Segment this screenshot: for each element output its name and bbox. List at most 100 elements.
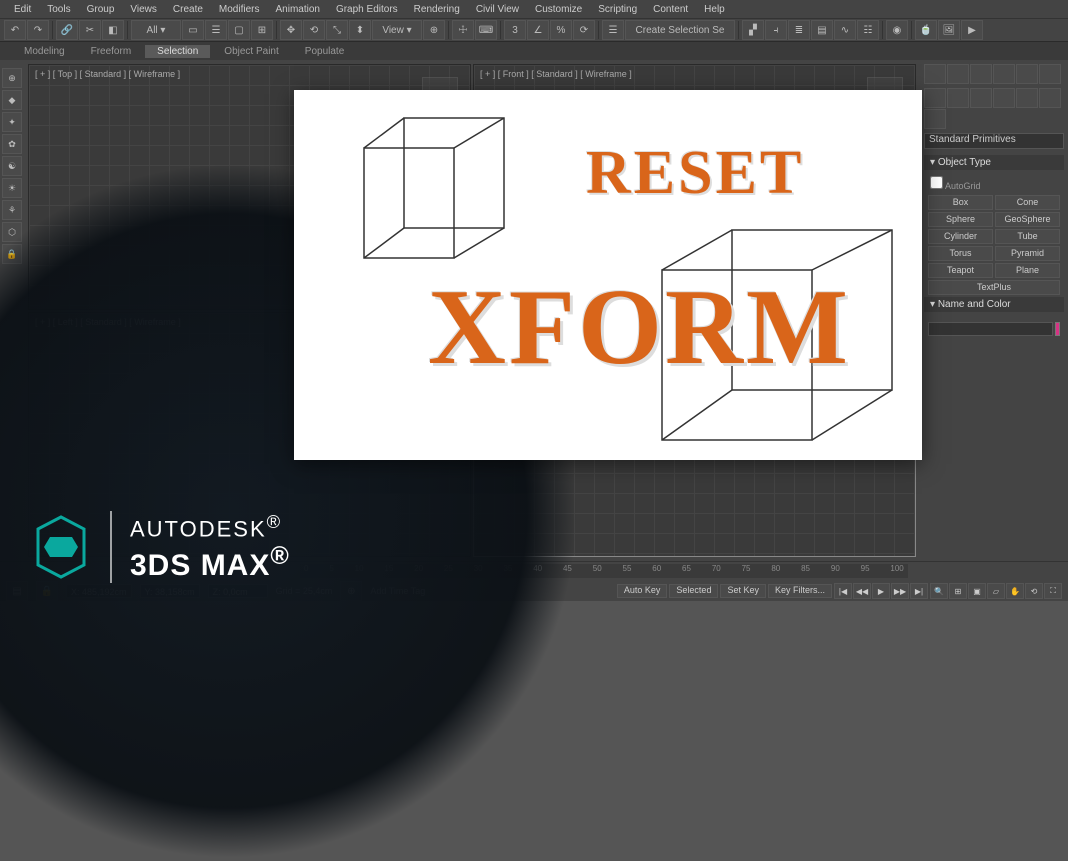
prim-box-button[interactable]: Box [928, 195, 993, 210]
snap-toggle-icon[interactable]: 3 [504, 20, 526, 40]
select-manipulate-icon[interactable]: ☩ [452, 20, 474, 40]
menu-create[interactable]: Create [165, 3, 211, 16]
rotate-icon[interactable]: ⟲ [303, 20, 325, 40]
helpers-cat-icon[interactable] [1016, 88, 1038, 108]
redo-icon[interactable]: ↷ [27, 20, 49, 40]
set-key-button[interactable]: Set Key [720, 584, 766, 598]
percent-snap-icon[interactable]: % [550, 20, 572, 40]
select-region-icon[interactable]: ▢ [228, 20, 250, 40]
next-frame-icon[interactable]: ▶▶ [891, 583, 909, 599]
prim-tube-button[interactable]: Tube [995, 229, 1060, 244]
prim-geosphere-button[interactable]: GeoSphere [995, 212, 1060, 227]
menu-scripting[interactable]: Scripting [590, 3, 645, 16]
modeling-tool-icon[interactable]: ◆ [2, 90, 22, 110]
prim-cone-button[interactable]: Cone [995, 195, 1060, 210]
rendered-frame-icon[interactable]: 🖼 [938, 20, 960, 40]
prim-torus-button[interactable]: Torus [928, 246, 993, 261]
render-setup-icon[interactable]: 🍵 [915, 20, 937, 40]
paint-tool-icon[interactable]: ✿ [2, 134, 22, 154]
menu-group[interactable]: Group [79, 3, 123, 16]
menu-views[interactable]: Views [122, 3, 165, 16]
object-name-input[interactable] [928, 322, 1053, 336]
key-filters-button[interactable]: Key Filters... [768, 584, 832, 598]
prim-pyramid-button[interactable]: Pyramid [995, 246, 1060, 261]
undo-icon[interactable]: ↶ [4, 20, 26, 40]
prim-plane-button[interactable]: Plane [995, 263, 1060, 278]
toggle-ribbon-icon[interactable]: ▤ [811, 20, 833, 40]
orbit-icon[interactable]: ⟲ [1025, 583, 1043, 599]
pan-icon[interactable]: ✋ [1006, 583, 1024, 599]
zoom-extents-icon[interactable]: ▣ [968, 583, 986, 599]
tab-selection[interactable]: Selection [145, 45, 210, 58]
lighting-tool-icon[interactable]: ☀ [2, 178, 22, 198]
mirror-icon[interactable]: ▞ [742, 20, 764, 40]
window-crossing-icon[interactable]: ⊞ [251, 20, 273, 40]
motion-panel-icon[interactable] [993, 64, 1015, 84]
align-icon[interactable]: ⫞ [765, 20, 787, 40]
world-axis-icon[interactable]: ⊕ [2, 68, 22, 88]
goto-end-icon[interactable]: ▶| [910, 583, 928, 599]
color-swatch[interactable] [1055, 322, 1060, 336]
curve-editor-icon[interactable]: ∿ [834, 20, 856, 40]
ref-coord-dropdown[interactable]: View ▾ [372, 20, 422, 40]
utilities-panel-icon[interactable] [1039, 64, 1061, 84]
cameras-cat-icon[interactable] [993, 88, 1015, 108]
unlink-icon[interactable]: ✂ [79, 20, 101, 40]
menu-animation[interactable]: Animation [267, 3, 327, 16]
scale-icon[interactable]: ⤡ [326, 20, 348, 40]
angle-snap-icon[interactable]: ∠ [527, 20, 549, 40]
maximize-viewport-icon[interactable]: ⛶ [1044, 583, 1062, 599]
spacewarp-cat-icon[interactable] [1039, 88, 1061, 108]
tab-populate[interactable]: Populate [293, 45, 356, 58]
play-icon[interactable]: ▶ [872, 583, 890, 599]
render-production-icon[interactable]: ▶ [961, 20, 983, 40]
populate-tool-icon[interactable]: ⚘ [2, 200, 22, 220]
primitive-type-dropdown[interactable]: Standard Primitives [924, 133, 1064, 149]
zoom-icon[interactable]: 🔍 [930, 583, 948, 599]
freeform-tool-icon[interactable]: ✦ [2, 112, 22, 132]
prev-frame-icon[interactable]: ◀◀ [853, 583, 871, 599]
systems-cat-icon[interactable] [924, 109, 946, 129]
menu-tools[interactable]: Tools [39, 3, 78, 16]
keyboard-shortcut-icon[interactable]: ⌨ [475, 20, 497, 40]
prim-cylinder-button[interactable]: Cylinder [928, 229, 993, 244]
bind-icon[interactable]: ◧ [102, 20, 124, 40]
menu-customize[interactable]: Customize [527, 3, 590, 16]
menu-modifiers[interactable]: Modifiers [211, 3, 268, 16]
create-panel-icon[interactable] [924, 64, 946, 84]
link-icon[interactable]: 🔗 [56, 20, 78, 40]
prim-textplus-button[interactable]: TextPlus [928, 280, 1060, 295]
spinner-snap-icon[interactable]: ⟳ [573, 20, 595, 40]
menu-help[interactable]: Help [696, 3, 733, 16]
hierarchy-panel-icon[interactable] [970, 64, 992, 84]
tab-freeform[interactable]: Freeform [79, 45, 144, 58]
move-icon[interactable]: ✥ [280, 20, 302, 40]
goto-start-icon[interactable]: |◀ [834, 583, 852, 599]
shapes-cat-icon[interactable] [947, 88, 969, 108]
selection-tool-icon[interactable]: ☯ [2, 156, 22, 176]
select-filter-dropdown[interactable]: All ▾ [131, 20, 181, 40]
menu-content[interactable]: Content [645, 3, 696, 16]
pivot-icon[interactable]: ⊕ [423, 20, 445, 40]
menu-graph-editors[interactable]: Graph Editors [328, 3, 406, 16]
prim-teapot-button[interactable]: Teapot [928, 263, 993, 278]
select-name-icon[interactable]: ☰ [205, 20, 227, 40]
zoom-all-icon[interactable]: ⊞ [949, 583, 967, 599]
prim-sphere-button[interactable]: Sphere [928, 212, 993, 227]
placement-icon[interactable]: ⬍ [349, 20, 371, 40]
selected-dropdown[interactable]: Selected [669, 584, 718, 598]
rollout-name-color[interactable]: ▾ Name and Color [924, 297, 1064, 312]
schematic-icon[interactable]: ☷ [857, 20, 879, 40]
material-editor-icon[interactable]: ◉ [886, 20, 908, 40]
selection-set-dropdown[interactable]: Create Selection Se [625, 20, 735, 40]
geometry-cat-icon[interactable] [924, 88, 946, 108]
modify-panel-icon[interactable] [947, 64, 969, 84]
select-icon[interactable]: ▭ [182, 20, 204, 40]
layers-icon[interactable]: ≣ [788, 20, 810, 40]
display-panel-icon[interactable] [1016, 64, 1038, 84]
fov-icon[interactable]: ▱ [987, 583, 1005, 599]
tab-modeling[interactable]: Modeling [12, 45, 77, 58]
autogrid-checkbox[interactable] [930, 176, 943, 189]
lights-cat-icon[interactable] [970, 88, 992, 108]
menu-rendering[interactable]: Rendering [406, 3, 468, 16]
